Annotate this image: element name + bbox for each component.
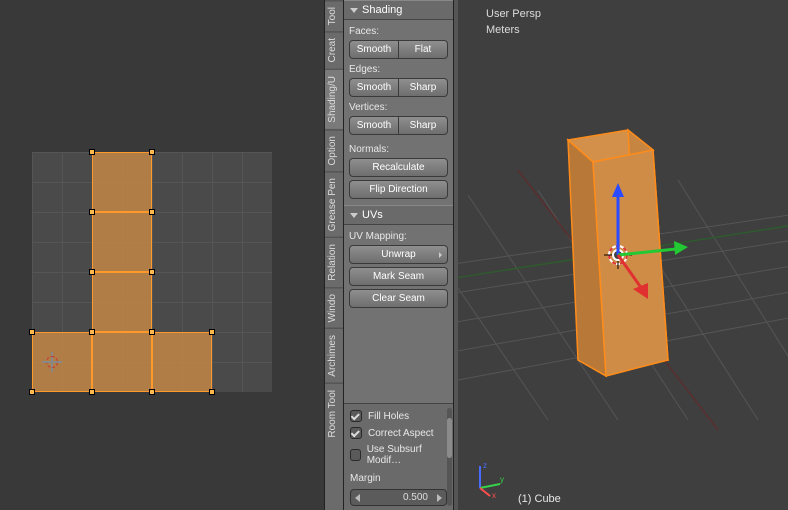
operator-options-panel: Fill Holes Correct Aspect Use Subsurf Mo… xyxy=(344,403,453,510)
panel-title: Shading xyxy=(362,4,402,16)
label-uv-mapping: UV Mapping: xyxy=(349,231,448,242)
label-vertices: Vertices: xyxy=(349,102,448,113)
tab-create[interactable]: Creat xyxy=(325,31,343,68)
checkbox-label: Use Subsurf Modif… xyxy=(367,444,447,466)
tool-tab-strip: Tool Creat Shading/U Option Grease Pen R… xyxy=(324,0,344,510)
uv-vertex[interactable] xyxy=(149,149,155,155)
unwrap-dropdown[interactable]: Unwrap xyxy=(349,245,448,264)
active-object-label: (1) Cube xyxy=(518,493,561,505)
checkbox-icon xyxy=(350,427,362,439)
label-edges: Edges: xyxy=(349,64,448,75)
uv-grid[interactable] xyxy=(32,152,272,392)
mark-seam-button[interactable]: Mark Seam xyxy=(349,267,448,286)
panel-title: UVs xyxy=(362,209,383,221)
uv-face[interactable] xyxy=(92,272,152,332)
uv-face[interactable] xyxy=(92,332,152,392)
uv-vertex[interactable] xyxy=(89,329,95,335)
flip-direction-button[interactable]: Flip Direction xyxy=(349,180,448,199)
panel-scrollbar[interactable] xyxy=(447,408,452,506)
label-margin: Margin xyxy=(350,473,447,484)
uv-face[interactable] xyxy=(92,152,152,212)
uv-vertex[interactable] xyxy=(209,329,215,335)
uv-vertex[interactable] xyxy=(89,269,95,275)
uv-vertex[interactable] xyxy=(89,389,95,395)
uv-vertex[interactable] xyxy=(149,389,155,395)
tab-shading-uvs[interactable]: Shading/U xyxy=(325,69,343,129)
uv-vertex[interactable] xyxy=(89,149,95,155)
uv-image-editor[interactable] xyxy=(0,0,324,510)
uv-vertex[interactable] xyxy=(149,209,155,215)
checkbox-label: Correct Aspect xyxy=(368,428,434,439)
uv-face[interactable] xyxy=(32,332,92,392)
checkbox-label: Fill Holes xyxy=(368,411,409,422)
tool-shelf: Shading Faces: Smooth Flat Edges: Smooth… xyxy=(344,0,454,510)
margin-value: 0.500 xyxy=(403,492,428,503)
recalculate-normals-button[interactable]: Recalculate xyxy=(349,158,448,177)
clear-seam-button[interactable]: Clear Seam xyxy=(349,289,448,308)
uv-face[interactable] xyxy=(92,212,152,272)
svg-text:y: y xyxy=(500,475,504,484)
viewport-3d[interactable]: User Persp Meters xyxy=(458,0,788,510)
uv-vertex[interactable] xyxy=(89,209,95,215)
uv-vertex[interactable] xyxy=(149,269,155,275)
edges-sharp-button[interactable]: Sharp xyxy=(399,78,448,97)
viewport-canvas xyxy=(458,0,788,510)
label-normals: Normals: xyxy=(349,144,448,155)
tab-archimesh[interactable]: Archimes xyxy=(325,328,343,383)
tab-grease-pencil[interactable]: Grease Pen xyxy=(325,171,343,237)
uv-vertex[interactable] xyxy=(29,389,35,395)
correct-aspect-checkbox[interactable]: Correct Aspect xyxy=(350,427,447,439)
checkbox-icon xyxy=(350,410,362,422)
axis-mini-gizmo-icon: z y x xyxy=(470,458,510,498)
uv-vertex[interactable] xyxy=(209,389,215,395)
label-faces: Faces: xyxy=(349,26,448,37)
disclosure-triangle-icon xyxy=(350,8,358,13)
uv-face[interactable] xyxy=(152,332,212,392)
disclosure-triangle-icon xyxy=(350,213,358,218)
panel-header-shading[interactable]: Shading xyxy=(344,0,453,20)
faces-smooth-button[interactable]: Smooth xyxy=(349,40,399,59)
uv-vertex[interactable] xyxy=(149,329,155,335)
faces-flat-button[interactable]: Flat xyxy=(399,40,448,59)
margin-number-field[interactable]: 0.500 xyxy=(350,489,447,506)
panel-header-uvs[interactable]: UVs xyxy=(344,205,453,225)
tab-room-tool[interactable]: Room Tool xyxy=(325,383,343,444)
vertices-smooth-button[interactable]: Smooth xyxy=(349,116,399,135)
fill-holes-checkbox[interactable]: Fill Holes xyxy=(350,410,447,422)
tab-option[interactable]: Option xyxy=(325,129,343,171)
panel-body-shading: Faces: Smooth Flat Edges: Smooth Sharp V… xyxy=(344,20,453,205)
vertices-sharp-button[interactable]: Sharp xyxy=(399,116,448,135)
checkbox-icon xyxy=(350,449,361,461)
uv-vertex[interactable] xyxy=(29,329,35,335)
panel-body-uvs: UV Mapping: Unwrap Mark Seam Clear Seam xyxy=(344,225,453,314)
svg-text:z: z xyxy=(483,461,487,470)
tab-relation[interactable]: Relation xyxy=(325,237,343,287)
tab-window[interactable]: Windo xyxy=(325,287,343,328)
use-subsurf-checkbox[interactable]: Use Subsurf Modif… xyxy=(350,444,447,466)
svg-text:x: x xyxy=(492,491,496,498)
tab-tool[interactable]: Tool xyxy=(325,0,343,31)
edges-smooth-button[interactable]: Smooth xyxy=(349,78,399,97)
